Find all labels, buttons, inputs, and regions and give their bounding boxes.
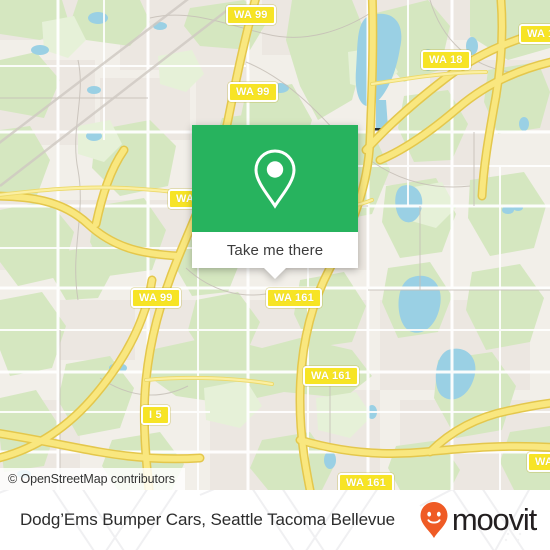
map-canvas[interactable]: WA 99WA 18WA 18WA 99WA 99WA 99WA 161WA 1… bbox=[0, 0, 550, 490]
map-pin-icon bbox=[254, 148, 296, 209]
highway-shield: WA 99 bbox=[226, 5, 276, 25]
popup-action-bar[interactable]: Take me there bbox=[192, 232, 358, 268]
highway-shield: WA 99 bbox=[131, 288, 181, 308]
highway-shield: WA 161 bbox=[303, 366, 359, 386]
osm-attribution[interactable]: © OpenStreetMap contributors bbox=[0, 468, 185, 490]
map-share-card: WA 99WA 18WA 18WA 99WA 99WA 99WA 161WA 1… bbox=[0, 0, 550, 550]
highway-shield: WA 1 bbox=[527, 452, 550, 472]
moovit-smiley-pin-icon bbox=[420, 502, 448, 538]
highway-shield: WA 161 bbox=[266, 288, 322, 308]
moovit-wordmark: moovit bbox=[451, 501, 537, 537]
take-me-there-label: Take me there bbox=[226, 241, 324, 259]
moovit-brand[interactable]: moovit bbox=[419, 501, 537, 539]
footer-content: Dodg’Ems Bumper Cars, Seattle Tacoma Bel… bbox=[0, 490, 550, 550]
highway-shield: WA 99 bbox=[228, 82, 278, 102]
highway-shield: I 5 bbox=[141, 405, 170, 425]
place-title: Dodg’Ems Bumper Cars, Seattle Tacoma Bel… bbox=[20, 510, 396, 529]
highway-shield: WA 161 bbox=[338, 473, 394, 490]
footer-bar: Dodg’Ems Bumper Cars, Seattle Tacoma Bel… bbox=[0, 490, 550, 550]
popup-header bbox=[192, 125, 358, 232]
popup-pointer-tail bbox=[264, 268, 286, 279]
attribution-text: © OpenStreetMap contributors bbox=[8, 472, 175, 486]
location-popup-card[interactable]: Take me there bbox=[192, 125, 358, 279]
highway-shield: WA 18 bbox=[421, 50, 471, 70]
highway-shield: WA 18 bbox=[519, 24, 550, 44]
